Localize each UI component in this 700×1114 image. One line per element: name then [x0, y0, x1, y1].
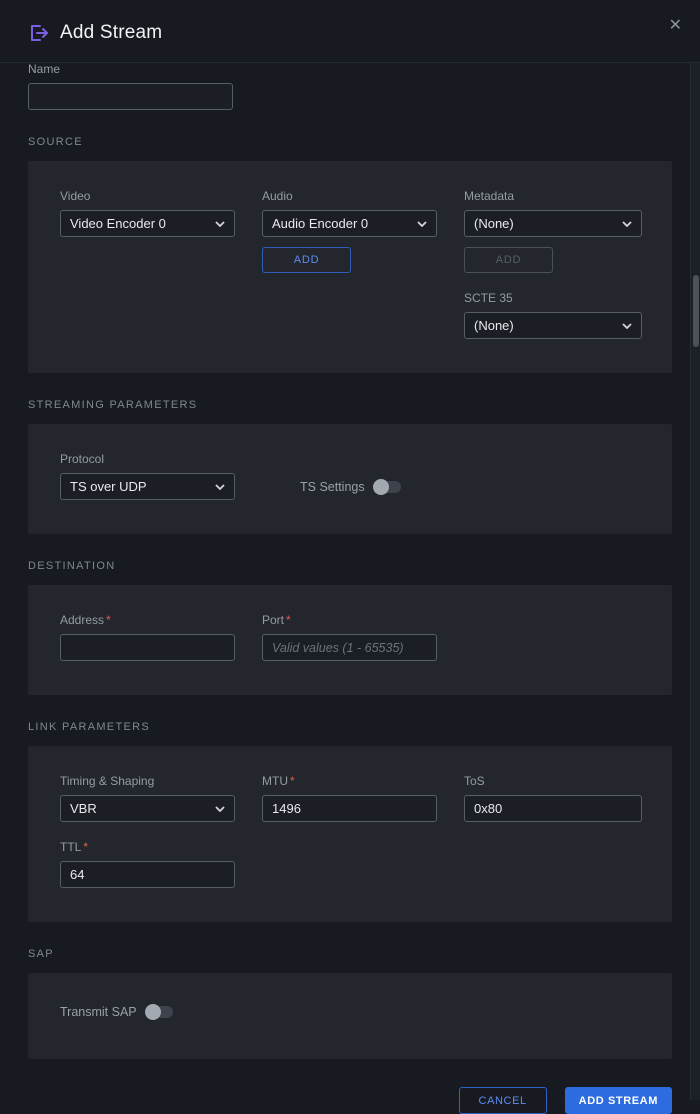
scrollbar-thumb[interactable] [693, 275, 699, 347]
source-header: SOURCE [28, 136, 672, 148]
ttl-input[interactable] [60, 861, 235, 888]
mtu-label: MTU* [262, 774, 437, 788]
ts-settings-field: TS Settings [300, 473, 437, 500]
video-field: Video Video Encoder 0 [60, 189, 235, 273]
address-field: Address* [60, 613, 235, 661]
mtu-input[interactable] [262, 795, 437, 822]
chevron-down-icon [215, 221, 225, 227]
toggle-knob [373, 479, 389, 495]
video-label: Video [60, 189, 235, 203]
timing-shaping-field: Timing & Shaping VBR [60, 774, 235, 822]
address-label: Address* [60, 613, 235, 627]
dialog-footer: CANCEL ADD STREAM [28, 1087, 672, 1114]
protocol-label: Protocol [60, 452, 235, 466]
transmit-sap-label: Transmit SAP [60, 1005, 137, 1019]
transmit-sap-field: Transmit SAP [60, 1001, 640, 1025]
header-divider [0, 62, 700, 63]
close-icon: ✕ [669, 17, 682, 34]
required-asterisk: * [286, 613, 291, 627]
audio-select[interactable]: Audio Encoder 0 [262, 210, 437, 237]
name-input[interactable] [28, 83, 233, 110]
add-stream-button[interactable]: ADD STREAM [565, 1087, 672, 1114]
required-asterisk: * [290, 774, 295, 788]
chevron-down-icon [417, 221, 427, 227]
destination-section: DESTINATION Address* Port* [28, 560, 672, 695]
address-input[interactable] [60, 634, 235, 661]
chevron-down-icon [215, 806, 225, 812]
timing-shaping-label: Timing & Shaping [60, 774, 235, 788]
toggle-knob [145, 1004, 161, 1020]
transmit-sap-toggle[interactable] [146, 1006, 173, 1018]
chevron-down-icon [215, 484, 225, 490]
tos-input[interactable] [464, 795, 642, 822]
timing-shaping-select[interactable]: VBR [60, 795, 235, 822]
sap-header: SAP [28, 948, 672, 960]
protocol-field: Protocol TS over UDP [60, 452, 235, 500]
required-asterisk: * [83, 840, 88, 854]
port-input[interactable] [262, 634, 437, 661]
video-select[interactable]: Video Encoder 0 [60, 210, 235, 237]
audio-field: Audio Audio Encoder 0 ADD [262, 189, 437, 273]
source-section: SOURCE Video Video Encoder 0 Audio Audio… [28, 136, 672, 373]
link-parameters-header: LINK PARAMETERS [28, 721, 672, 733]
cancel-button[interactable]: CANCEL [459, 1087, 547, 1114]
chevron-down-icon [622, 323, 632, 329]
dialog-header: Add Stream [28, 0, 672, 44]
metadata-label: Metadata [464, 189, 642, 203]
metadata-add-button[interactable]: ADD [464, 247, 553, 273]
streaming-parameters-header: STREAMING PARAMETERS [28, 399, 672, 411]
ts-settings-label: TS Settings [300, 480, 365, 494]
audio-add-button[interactable]: ADD [262, 247, 351, 273]
tos-label: ToS [464, 774, 642, 788]
port-field: Port* [262, 613, 437, 661]
port-label: Port* [262, 613, 437, 627]
scte35-field: SCTE 35 (None) [464, 291, 642, 339]
destination-header: DESTINATION [28, 560, 672, 572]
metadata-field: Metadata (None) ADD [464, 189, 642, 273]
ttl-label: TTL* [60, 840, 235, 854]
add-stream-dialog: Add Stream ✕ Name SOURCE Video Video Enc… [0, 0, 700, 1114]
link-parameters-section: LINK PARAMETERS Timing & Shaping VBR MTU… [28, 721, 672, 922]
scrollbar[interactable] [690, 63, 700, 1100]
sap-section: SAP Transmit SAP [28, 948, 672, 1059]
scte35-label: SCTE 35 [464, 291, 642, 305]
protocol-select[interactable]: TS over UDP [60, 473, 235, 500]
chevron-down-icon [622, 221, 632, 227]
name-label: Name [28, 62, 672, 76]
metadata-select[interactable]: (None) [464, 210, 642, 237]
mtu-field: MTU* [262, 774, 437, 822]
ttl-field: TTL* [60, 840, 235, 888]
scte35-select[interactable]: (None) [464, 312, 642, 339]
streaming-parameters-section: STREAMING PARAMETERS Protocol TS over UD… [28, 399, 672, 534]
name-field: Name [28, 62, 672, 110]
required-asterisk: * [106, 613, 111, 627]
page-title: Add Stream [60, 22, 162, 44]
close-button[interactable]: ✕ [661, 14, 690, 38]
audio-label: Audio [262, 189, 437, 203]
tos-field: ToS [464, 774, 642, 822]
add-stream-icon [28, 22, 50, 44]
ts-settings-toggle[interactable] [374, 481, 401, 493]
